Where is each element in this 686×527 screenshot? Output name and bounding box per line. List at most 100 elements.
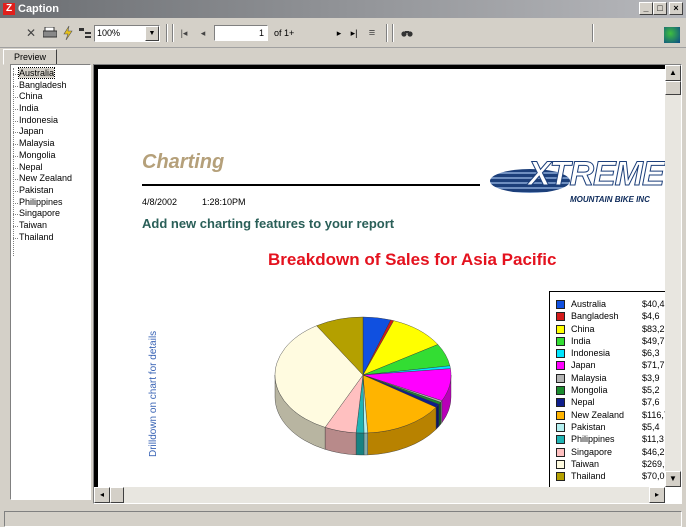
tree-item[interactable]: Philippines <box>11 197 90 209</box>
tree-item[interactable]: Indonesia <box>11 115 90 127</box>
title-bar: Z Caption _ □ × <box>0 0 686 18</box>
last-page-icon[interactable]: ▸| <box>348 24 360 42</box>
legend-item: Thailand $70,0 <box>550 471 665 483</box>
previous-page-icon[interactable]: ◂ <box>198 24 208 42</box>
pie-slice-side[interactable] <box>363 432 368 456</box>
group-tree[interactable]: Australia Bangladesh China India Indones… <box>10 64 91 500</box>
legend-item: Australia $40,4 <box>550 299 665 311</box>
toolbar: ✕ 100% ▼ |◂ ◂ 1 of 1+ ▸ ▸| ≡ <box>0 18 686 48</box>
legend-item: Pakistan $5,4 <box>550 422 665 434</box>
scroll-thumb[interactable] <box>110 487 124 503</box>
report-page: Charting 4/8/2002 1:28:10PM Add new char… <box>94 65 665 487</box>
legend-label: Bangladesh <box>571 311 619 322</box>
scroll-thumb[interactable] <box>665 81 681 95</box>
scroll-up-icon[interactable]: ▲ <box>665 65 681 81</box>
tree-item[interactable]: Singapore <box>11 208 90 220</box>
legend-swatch <box>556 386 565 396</box>
tree-item[interactable]: Thailand <box>11 232 90 244</box>
report-preview: Charting 4/8/2002 1:28:10PM Add new char… <box>93 64 682 504</box>
tree-item[interactable]: Bangladesh <box>11 80 90 92</box>
print-date: 4/8/2002 <box>142 197 178 207</box>
print-time: 1:28:10PM <box>202 197 246 207</box>
legend-item: Philippines $11,3 <box>550 434 665 446</box>
vertical-scrollbar[interactable]: ▲ ▼ <box>665 65 681 487</box>
group-tree-icon[interactable] <box>78 24 92 42</box>
tree-item[interactable]: New Zealand <box>11 173 90 185</box>
legend-swatch <box>556 373 565 383</box>
legend-swatch <box>556 324 565 334</box>
scroll-left-icon[interactable]: ◂ <box>94 487 110 503</box>
legend-item: Indonesia $6,3 <box>550 348 665 360</box>
print-icon[interactable] <box>42 24 58 42</box>
zoom-select[interactable]: 100% ▼ <box>94 25 160 42</box>
legend-item: Taiwan $269,9 <box>550 459 665 471</box>
legend-item: Singapore $46,2 <box>550 447 665 459</box>
first-page-icon[interactable]: |◂ <box>178 24 190 42</box>
pie-chart[interactable] <box>268 313 458 473</box>
tree-item[interactable]: Australia <box>11 67 90 80</box>
legend-item: Japan $71,7 <box>550 360 665 372</box>
next-page-icon[interactable]: ▸ <box>334 24 344 42</box>
tree-item[interactable]: Nepal <box>11 162 90 174</box>
close-report-icon[interactable]: ✕ <box>24 24 38 42</box>
legend-label: India <box>571 335 591 346</box>
tree-item[interactable]: China <box>11 91 90 103</box>
legend-swatch <box>556 336 565 346</box>
tab-strip: Preview <box>0 48 686 65</box>
chevron-down-icon[interactable]: ▼ <box>145 26 159 41</box>
legend-label: Malaysia <box>571 372 607 383</box>
pie-slice-side[interactable] <box>355 432 365 456</box>
window-title: Caption <box>18 3 59 15</box>
legend-item: Malaysia $3,9 <box>550 373 665 385</box>
toolbar-separator <box>166 24 168 42</box>
tree-item[interactable]: Pakistan <box>11 185 90 197</box>
legend-value: $46,2 <box>642 446 665 457</box>
stop-icon[interactable]: ≡ <box>366 24 378 42</box>
tab-preview[interactable]: Preview <box>3 49 57 65</box>
scroll-down-icon[interactable]: ▼ <box>665 471 681 487</box>
legend-value: $5,2 <box>642 385 660 396</box>
export-icon[interactable] <box>60 24 76 42</box>
toolbar-separator <box>172 24 174 42</box>
legend-label: New Zealand <box>571 409 625 420</box>
page-number-input[interactable]: 1 <box>214 25 268 41</box>
legend-swatch <box>556 410 565 420</box>
window-controls: _ □ × <box>639 2 683 15</box>
legend-value: $40,4 <box>642 299 665 309</box>
legend-value: $116,7 <box>642 409 665 420</box>
tree-item[interactable]: Japan <box>11 126 90 138</box>
legend-value: $6,3 <box>642 348 660 359</box>
legend-value: $83,2 <box>642 323 665 334</box>
legend-label: Australia <box>571 299 607 309</box>
legend-label: Pakistan <box>571 421 606 432</box>
tree-item[interactable]: Mongolia <box>11 150 90 162</box>
chart-legend: Australia $40,4 Bangladesh $4,6 China $83,2 In… <box>549 291 665 487</box>
tree-item[interactable]: Malaysia <box>11 138 90 150</box>
legend-value: $71,7 <box>642 360 665 371</box>
legend-value: $11,3 <box>642 434 664 445</box>
close-button[interactable]: × <box>669 2 683 15</box>
legend-item: India $49,7 <box>550 336 665 348</box>
search-icon[interactable] <box>400 24 414 42</box>
report-title: Charting <box>142 151 225 173</box>
legend-value: $7,6 <box>642 397 660 408</box>
legend-swatch <box>556 349 565 359</box>
pie-slice-side[interactable] <box>435 403 440 430</box>
legend-swatch <box>556 472 565 482</box>
minimize-button[interactable]: _ <box>639 2 653 15</box>
legend-label: Philippines <box>571 434 615 445</box>
zoom-value: 100% <box>97 28 121 38</box>
scroll-right-icon[interactable]: ▸ <box>649 487 665 503</box>
legend-swatch <box>556 447 565 457</box>
legend-label: Japan <box>571 360 596 371</box>
legend-label: Mongolia <box>571 385 608 396</box>
tree-item[interactable]: India <box>11 103 90 115</box>
legend-swatch <box>556 459 565 469</box>
horizontal-scrollbar[interactable]: ◂ ▸ <box>94 487 665 503</box>
tree-item[interactable]: Taiwan <box>11 220 90 232</box>
status-bar <box>0 507 686 527</box>
pie-slice-side[interactable] <box>438 401 441 427</box>
legend-value: $49,7 <box>642 335 665 346</box>
maximize-button[interactable]: □ <box>653 2 667 15</box>
legend-label: Taiwan <box>571 458 600 469</box>
